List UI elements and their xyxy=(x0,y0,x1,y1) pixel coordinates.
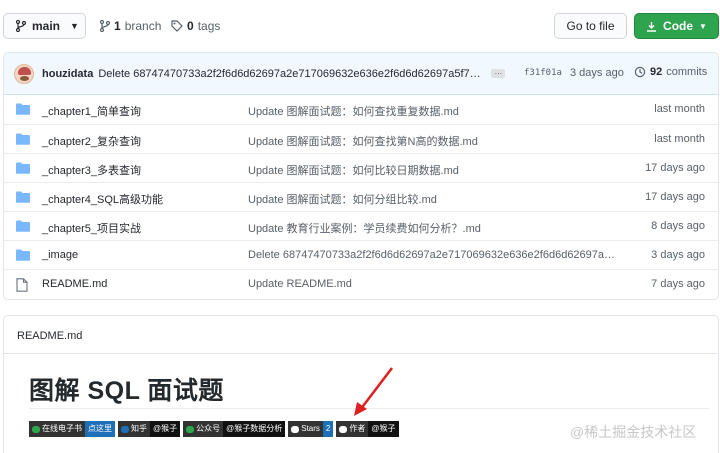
folder-icon xyxy=(16,220,30,232)
badge-label: 公众号 xyxy=(196,424,221,433)
file-commit-message[interactable]: Update 图解面试题：如何分组比较.md xyxy=(248,191,618,207)
branch-name: main xyxy=(32,19,61,33)
folder-icon xyxy=(16,133,30,145)
badge-left: 在线电子书 xyxy=(29,421,85,437)
badge[interactable]: 作者 @猴子 xyxy=(336,421,399,437)
tags-link[interactable]: 0 tags xyxy=(171,19,220,33)
commits-count: 92 xyxy=(650,66,663,78)
badge-value: @猴子 xyxy=(368,421,399,437)
badge-left: Stars xyxy=(288,421,323,437)
file-commit-message[interactable]: Update README.md xyxy=(248,278,618,290)
file-row[interactable]: _chapter5_项目实战 Update 教育行业案例：学员续费如何分析？.md… xyxy=(4,211,718,240)
branches-label: branch xyxy=(124,19,162,33)
branches-count: 1 xyxy=(114,19,121,33)
badge-left: 作者 xyxy=(336,421,369,437)
badge-value: @猴子数据分析 xyxy=(223,421,286,437)
badge-value: @猴子 xyxy=(150,421,181,437)
commits-history-link[interactable]: 92 commits xyxy=(634,66,707,78)
file-commit-time: 8 days ago xyxy=(651,220,705,232)
badge-logo-icon xyxy=(339,425,348,433)
file-name[interactable]: _image xyxy=(42,249,78,261)
badge[interactable]: 知乎 @猴子 xyxy=(118,421,181,437)
red-arrow-annotation xyxy=(354,367,393,416)
folder-icon xyxy=(16,162,30,174)
file-row[interactable]: README.md Update README.md 7 days ago xyxy=(4,269,718,298)
latest-commit-bar: houzidata Delete 68747470733a2f2f6d6d626… xyxy=(4,53,718,95)
file-commit-message[interactable]: Update 图解面试题：如何查找重复数据.md xyxy=(248,103,618,119)
badge-logo-icon xyxy=(121,425,129,433)
file-row[interactable]: _chapter1_简单查询 Update 图解面试题：如何查找重复数据.md la… xyxy=(4,95,718,124)
branch-icon xyxy=(16,20,26,32)
file-commit-message[interactable]: Update 图解面试题：如何比较日期数据.md xyxy=(248,162,618,178)
watermark: @稀土掘金技术社区 xyxy=(570,424,697,440)
badge-value: 点这里 xyxy=(85,421,115,437)
file-name[interactable]: _chapter4_SQL高级功能 xyxy=(42,191,163,207)
readme-title: 图解 SQL 面试题 xyxy=(29,377,224,405)
avatar[interactable] xyxy=(14,63,34,84)
commit-author[interactable]: houzidata xyxy=(42,68,93,80)
chevron-down-icon: ▼ xyxy=(70,21,79,31)
file-rows: _chapter1_简单查询 Update 图解面试题：如何查找重复数据.md la… xyxy=(4,95,718,298)
code-button-label: Code xyxy=(663,19,694,33)
tags-count: 0 xyxy=(187,19,194,33)
repo-toolbar: main ▼ 1 branch 0 tags Go to file Code ▼ xyxy=(0,0,720,50)
file-commit-time: last month xyxy=(654,133,705,145)
tags-label: tags xyxy=(197,19,221,33)
file-commit-message[interactable]: Update 教育行业案例：学员续费如何分析？.md xyxy=(248,220,618,236)
file-commit-time: 17 days ago xyxy=(645,162,705,174)
badge-label: Stars xyxy=(301,424,320,433)
badge[interactable]: 公众号 @猴子数据分析 xyxy=(183,421,286,437)
badge-label: 在线电子书 xyxy=(42,424,82,433)
tag-icon xyxy=(171,20,183,32)
go-to-file-button[interactable]: Go to file xyxy=(554,13,627,39)
readme-header: README.md xyxy=(4,316,718,354)
badge[interactable]: Stars 2 xyxy=(288,421,334,437)
file-commit-time: 17 days ago xyxy=(645,191,705,203)
badge[interactable]: 在线电子书 点这里 xyxy=(29,421,115,437)
expand-commit-button[interactable]: … xyxy=(491,68,506,78)
badge-logo-icon xyxy=(291,425,300,433)
badge-logo-icon xyxy=(32,425,40,433)
file-row[interactable]: _chapter2_复杂查询 Update 图解面试题：如何查找第N高的数据.md… xyxy=(4,124,718,153)
folder-icon xyxy=(16,103,30,115)
badge-left: 知乎 xyxy=(118,421,150,437)
file-name[interactable]: _chapter1_简单查询 xyxy=(42,103,141,119)
file-name[interactable]: _chapter2_复杂查询 xyxy=(42,133,141,149)
file-commit-time: 3 days ago xyxy=(651,249,705,261)
badge-row: 在线电子书 点这里 知乎 @猴子 公众号 @猴子数据分析 Stars 2 作者 @猴子 xyxy=(29,421,399,437)
folder-icon xyxy=(16,191,30,203)
file-name[interactable]: README.md xyxy=(42,278,107,290)
commit-time: 3 days ago xyxy=(570,67,624,79)
branch-icon xyxy=(100,20,110,32)
badge-label: 作者 xyxy=(349,424,366,433)
history-icon xyxy=(634,66,646,78)
badge-value: 2 xyxy=(322,421,334,437)
badge-logo-icon xyxy=(186,425,195,433)
file-commit-time: 7 days ago xyxy=(651,278,705,290)
file-name[interactable]: _chapter3_多表查询 xyxy=(42,162,141,178)
file-commit-message[interactable]: Delete 68747470733a2f2f6d6d62697a2e71706… xyxy=(248,249,618,261)
commit-message[interactable]: Delete 68747470733a2f2f6d6d62697a2e71706… xyxy=(98,68,483,80)
chevron-down-icon: ▼ xyxy=(699,21,707,31)
file-icon xyxy=(16,278,28,292)
file-list-box: houzidata Delete 68747470733a2f2f6d6d626… xyxy=(3,52,719,300)
file-commit-time: last month xyxy=(654,103,705,115)
code-button[interactable]: Code ▼ xyxy=(634,13,719,39)
download-icon xyxy=(647,21,657,32)
branches-link[interactable]: 1 branch xyxy=(100,19,161,33)
branch-select-button[interactable]: main ▼ xyxy=(3,13,86,39)
file-row[interactable]: _image Delete 68747470733a2f2f6d6d62697a2… xyxy=(4,240,718,269)
file-row[interactable]: _chapter3_多表查询 Update 图解面试题：如何比较日期数据.md 17… xyxy=(4,153,718,182)
commits-label: commits xyxy=(666,66,708,78)
commit-sha[interactable]: f31f01a xyxy=(524,68,562,78)
badge-left: 公众号 xyxy=(183,421,224,437)
file-row[interactable]: _chapter4_SQL高级功能 Update 图解面试题：如何分组比较.md 1… xyxy=(4,182,718,211)
file-commit-message[interactable]: Update 图解面试题：如何查找第N高的数据.md xyxy=(248,133,618,149)
file-name[interactable]: _chapter5_项目实战 xyxy=(42,220,141,236)
folder-icon xyxy=(16,249,30,261)
badge-label: 知乎 xyxy=(131,424,147,433)
